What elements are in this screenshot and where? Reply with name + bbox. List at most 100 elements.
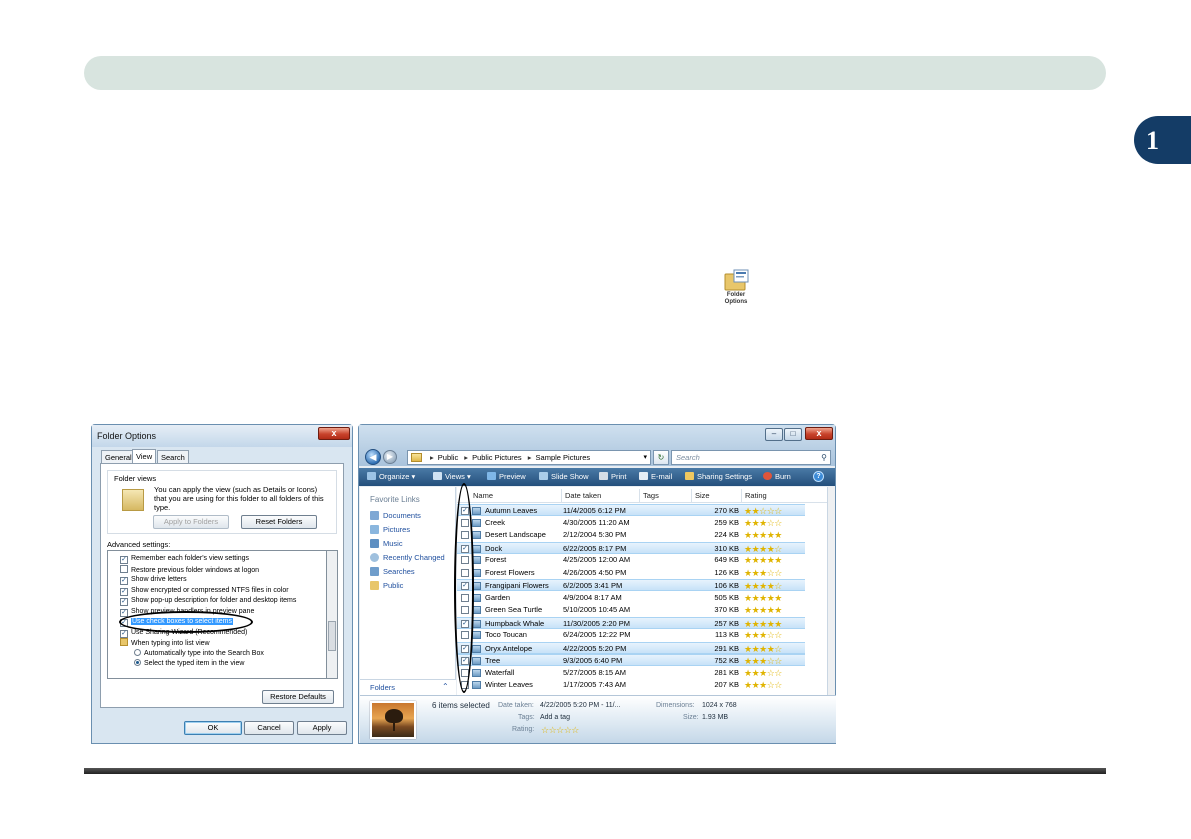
sidebar-item-music[interactable]: Music — [370, 539, 403, 548]
explorer-close-button[interactable]: x — [805, 427, 833, 440]
table-row[interactable]: ✓ Oryx Antelope 4/22/2005 5:20 PM 291 KB ★★★… — [457, 641, 805, 655]
breadcrumb-public-pictures[interactable]: Public Pictures — [472, 453, 522, 462]
sidebar-item-public[interactable]: Public — [370, 581, 403, 590]
column-size[interactable]: Size — [691, 489, 710, 502]
back-arrow-icon[interactable]: ◀ — [365, 449, 381, 465]
rating-stars[interactable]: ★★★★★ — [744, 592, 782, 604]
apply-to-folders-button[interactable]: Apply to Folders — [153, 515, 229, 529]
advanced-setting-item[interactable]: ✓ Show encrypted or compressed NTFS files… — [120, 586, 289, 596]
advanced-setting-item[interactable]: Automatically type into the Search Box — [134, 648, 264, 659]
checkbox[interactable] — [120, 564, 128, 573]
scroll-thumb[interactable] — [328, 621, 336, 651]
rating-stars[interactable]: ★★★☆☆ — [744, 567, 782, 579]
tags-value[interactable]: Add a tag — [540, 714, 570, 721]
advanced-setting-item[interactable]: Restore previous folder windows at logon — [120, 564, 259, 575]
print-button[interactable]: Print — [599, 472, 626, 481]
table-row[interactable]: Green Sea Turtle 5/10/2005 10:45 AM 370 KB… — [457, 604, 805, 616]
slide-show-button[interactable]: Slide Show — [539, 472, 589, 481]
table-row[interactable]: Toco Toucan 6/24/2005 12:22 PM 113 KB ★★★☆☆ — [457, 629, 805, 641]
sidebar-item-documents[interactable]: Documents — [370, 511, 421, 520]
views-button[interactable]: Views ▾ — [433, 472, 471, 481]
column-date-taken[interactable]: Date taken — [561, 489, 601, 502]
dialog-close-button[interactable]: x — [318, 427, 350, 440]
advanced-setting-item[interactable]: ✓ Show drive letters — [120, 575, 187, 585]
search-icon[interactable]: ⚲ — [821, 451, 827, 464]
tab-view[interactable]: View — [132, 449, 157, 464]
cell-date: 4/26/2005 4:50 PM — [563, 567, 627, 577]
advanced-setting-item[interactable]: ✓ Remember each folder's view settings — [120, 554, 249, 564]
rating-stars[interactable]: ★★★★☆ — [744, 580, 782, 592]
maximize-button[interactable]: □ — [784, 428, 802, 441]
help-icon[interactable]: ? — [813, 471, 824, 482]
command-toolbar: Organize ▾ Views ▾ Preview Slide Show Pr… — [359, 468, 835, 486]
forward-arrow-icon[interactable]: ▶ — [383, 450, 397, 464]
rating-stars[interactable]: ★★★☆☆ — [744, 517, 782, 529]
table-row[interactable]: ✓ Humpback Whale 11/30/2005 2:20 PM 257 KB ★… — [457, 616, 805, 630]
restore-defaults-button[interactable]: Restore Defaults — [262, 690, 334, 704]
breadcrumb-sample-pictures[interactable]: Sample Pictures — [536, 453, 591, 462]
column-tags[interactable]: Tags — [639, 489, 659, 502]
address-dropdown-icon[interactable]: ▾ — [643, 451, 647, 464]
table-row[interactable]: ✓ Tree 9/3/2005 6:40 PM 752 KB ★★★☆☆ — [457, 654, 805, 666]
advanced-setting-item[interactable]: When typing into list view — [120, 638, 210, 648]
table-row[interactable]: Forest 4/25/2005 12:00 AM 649 KB ★★★★★ — [457, 554, 805, 566]
sidebar-item-pictures[interactable]: Pictures — [370, 525, 410, 534]
folder-options-shortcut[interactable]: Folder Options — [718, 268, 754, 312]
rating-stars[interactable]: ★★★☆☆ — [744, 629, 782, 641]
chevron-up-icon[interactable]: ⌃ — [442, 682, 449, 691]
address-bar[interactable]: ▸ Public ▸ Public Pictures ▸ Sample Picture… — [407, 450, 651, 465]
preview-button[interactable]: Preview — [487, 472, 526, 481]
sidebar-item-searches[interactable]: Searches — [370, 567, 415, 576]
rating-stars[interactable]: ★★★★★ — [744, 554, 782, 566]
table-row[interactable]: ✓ Autumn Leaves 11/4/2005 6:12 PM 270 KB ★★☆… — [457, 504, 805, 516]
checkbox[interactable]: ✓ — [120, 577, 128, 585]
checkbox[interactable]: ✓ — [120, 598, 128, 606]
rating-stars[interactable]: ☆☆☆☆☆ — [541, 725, 579, 736]
rating-stars[interactable]: ★★★★☆ — [744, 543, 782, 555]
apply-button[interactable]: Apply — [297, 721, 347, 735]
sharing-settings-button[interactable]: Sharing Settings — [685, 472, 752, 481]
email-button[interactable]: E-mail — [639, 472, 672, 481]
search-input[interactable]: Search ⚲ — [671, 450, 831, 465]
ok-button[interactable]: OK — [184, 721, 242, 735]
table-row[interactable]: Desert Landscape 2/12/2004 5:30 PM 224 KB ★… — [457, 529, 805, 541]
rating-stars[interactable]: ★★★★★ — [744, 618, 782, 630]
advanced-setting-item[interactable]: ✓ Show pop-up description for folder and … — [120, 596, 296, 606]
burn-button[interactable]: Burn — [763, 472, 791, 481]
tab-search[interactable]: Search — [157, 450, 189, 464]
folders-bar[interactable]: Folders ⌃ — [360, 679, 456, 695]
rating-stars[interactable]: ★★★★★ — [744, 604, 782, 616]
advanced-settings-scrollbar[interactable] — [327, 550, 338, 679]
rating-stars[interactable]: ★★★☆☆ — [744, 667, 782, 679]
table-row[interactable]: Garden 4/9/2004 8:17 AM 505 KB ★★★★★ — [457, 592, 805, 604]
table-row[interactable]: ✓ Dock 6/22/2005 8:17 PM 310 KB ★★★★☆ — [457, 541, 805, 555]
checkbox[interactable]: ✓ — [120, 587, 128, 596]
rating-stars[interactable]: ★★☆☆☆ — [744, 505, 782, 517]
checkbox[interactable]: ✓ — [120, 629, 128, 638]
rating-stars[interactable]: ★★★☆☆ — [744, 655, 782, 667]
breadcrumb-public[interactable]: Public — [438, 453, 458, 462]
rating-stars[interactable]: ★★★★★ — [744, 529, 782, 541]
table-row[interactable]: Winter Leaves 1/17/2005 7:43 AM 207 KB ★★★☆… — [457, 679, 805, 691]
sidebar-item-recently-changed[interactable]: Recently Changed — [370, 553, 445, 562]
tab-general[interactable]: General — [101, 450, 136, 464]
checkbox[interactable]: ✓ — [120, 608, 128, 617]
reset-folders-button[interactable]: Reset Folders — [241, 515, 317, 529]
table-row[interactable]: ✓ Frangipani Flowers 6/2/2005 3:41 PM 106 K… — [457, 579, 805, 591]
column-rating[interactable]: Rating — [741, 489, 767, 502]
organize-button[interactable]: Organize ▾ — [367, 472, 415, 481]
table-row[interactable]: Forest Flowers 4/26/2005 4:50 PM 126 KB ★★★… — [457, 567, 805, 579]
radio-button[interactable] — [134, 648, 141, 656]
file-list-scrollbar[interactable] — [827, 487, 835, 695]
table-row[interactable]: Creek 4/30/2005 11:20 AM 259 KB ★★★☆☆ — [457, 517, 805, 529]
checkbox[interactable]: ✓ — [120, 556, 128, 564]
rating-stars[interactable]: ★★★☆☆ — [744, 679, 782, 691]
minimize-button[interactable]: – — [765, 428, 783, 441]
cancel-button[interactable]: Cancel — [244, 721, 294, 735]
radio-button[interactable] — [134, 659, 141, 666]
rating-stars[interactable]: ★★★★☆ — [744, 643, 782, 655]
advanced-setting-item[interactable]: Select the typed item in the view — [134, 659, 244, 669]
table-row[interactable]: Waterfall 5/27/2005 8:15 AM 281 KB ★★★☆☆ — [457, 667, 805, 679]
column-name[interactable]: Name — [473, 491, 493, 500]
refresh-icon[interactable]: ↻ — [653, 450, 669, 465]
